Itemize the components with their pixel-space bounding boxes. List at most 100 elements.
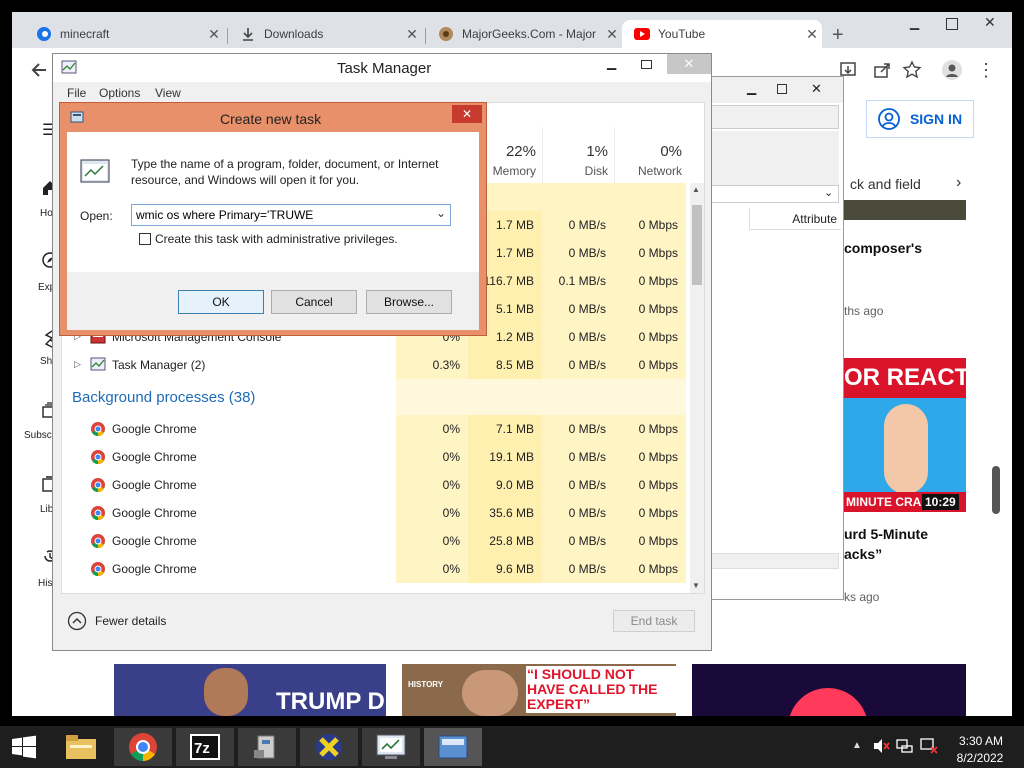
show-hidden-icons-icon[interactable]: ▲ (852, 740, 862, 751)
expand-arrow-icon[interactable]: ▷ (74, 359, 81, 370)
table-row[interactable]: ▷ Task Manager (2) 0.3% 8.5 MB 0 MB/s 0 … (62, 351, 686, 379)
admin-privileges-checkbox[interactable] (139, 233, 151, 245)
sign-in-button[interactable]: SIGN IN (866, 100, 974, 138)
tab-downloads[interactable]: Downloads ✕ (228, 20, 422, 48)
network-cell: 0 Mbps (614, 415, 686, 443)
tab-minecraft[interactable]: minecraft ✕ (24, 20, 224, 48)
video-title[interactable]: urd 5-Minute (844, 526, 928, 542)
video-thumbnail[interactable] (844, 200, 966, 220)
video-thumbnail[interactable]: TRUMP DRIVER (114, 664, 386, 716)
tab-majorgeeks[interactable]: MajorGeeks.Com - Major ✕ (426, 20, 622, 48)
attribute-column-header[interactable]: Attribute (749, 208, 841, 230)
menu-view[interactable]: View (155, 86, 181, 100)
taskbar-item-task-manager[interactable] (424, 728, 482, 766)
maximize-button[interactable] (946, 18, 958, 30)
scroll-up-icon[interactable]: ▲ (692, 185, 700, 194)
video-title[interactable]: acks” (844, 546, 882, 562)
column-disk[interactable]: 1% Disk (542, 127, 614, 183)
cpu-cell: 0% (396, 555, 468, 583)
mmc-dropdown[interactable]: ⌄ (709, 185, 839, 203)
chevron-right-icon[interactable]: › (956, 174, 961, 192)
youtube-favicon-icon (634, 28, 650, 40)
start-button[interactable] (0, 728, 48, 766)
tab-title: MajorGeeks.Com - Major (462, 27, 597, 41)
close-icon[interactable]: ✕ (402, 26, 422, 43)
maximize-button[interactable] (641, 60, 652, 69)
dialog-body: Type the name of a program, folder, docu… (67, 132, 479, 330)
sidebar-label-home[interactable]: Ho (40, 208, 53, 219)
file-explorer-icon (65, 733, 97, 761)
chevron-down-icon[interactable]: ⌄ (436, 206, 446, 220)
close-window-button[interactable]: ✕ (811, 81, 822, 97)
open-combobox[interactable]: ⌄ (131, 204, 451, 226)
network-cell: 0 Mbps (614, 351, 686, 379)
open-input[interactable] (136, 207, 426, 223)
page-scrollbar-thumb[interactable] (992, 466, 1000, 514)
taskbar-item-app-x[interactable] (300, 728, 358, 766)
menu-kebab-icon[interactable]: ⋮ (976, 60, 996, 80)
chevron-up-circle-icon[interactable] (67, 611, 87, 631)
process-name: Google Chrome (112, 506, 197, 520)
new-tab-button[interactable]: + (832, 24, 844, 47)
filter-chip[interactable]: ck and field (850, 176, 921, 192)
disk-cell: 0 MB/s (542, 239, 614, 267)
taskbar-item-explorer[interactable] (52, 728, 110, 766)
action-center-icon[interactable] (920, 738, 938, 754)
end-task-button[interactable]: End task (613, 610, 695, 632)
close-icon[interactable]: ✕ (602, 26, 622, 43)
disk-cell: 0.1 MB/s (542, 267, 614, 295)
taskbar-item-hardware[interactable] (238, 728, 296, 766)
sidebar-label-shorts[interactable]: Sh (40, 356, 52, 367)
cancel-button[interactable]: Cancel (271, 290, 357, 314)
vertical-scrollbar[interactable]: ▲ ▼ (690, 183, 704, 593)
table-row[interactable]: Google Chrome 0% 9.0 MB 0 MB/s 0 Mbps (62, 471, 686, 499)
disk-cell: 0 MB/s (542, 323, 614, 351)
fewer-details-link[interactable]: Fewer details (95, 614, 166, 628)
bookmark-star-icon[interactable] (902, 60, 922, 80)
clock-date[interactable]: 8/2/2022 (952, 751, 1008, 765)
table-row[interactable]: Google Chrome 0% 35.6 MB 0 MB/s 0 Mbps (62, 499, 686, 527)
table-row[interactable]: Google Chrome 0% 25.8 MB 0 MB/s 0 Mbps (62, 527, 686, 555)
close-icon[interactable]: ✕ (204, 26, 224, 43)
disk-cell: 0 MB/s (542, 351, 614, 379)
maximize-button[interactable] (777, 84, 787, 94)
program-window-icon (79, 154, 113, 188)
tab-youtube[interactable]: YouTube ✕ (622, 20, 822, 48)
scroll-down-icon[interactable]: ▼ (692, 581, 700, 590)
taskbar-item-chrome[interactable] (114, 728, 172, 766)
mmc-hscrollbar[interactable] (709, 553, 839, 569)
menu-options[interactable]: Options (99, 86, 140, 100)
minimize-button[interactable]: ▁ (607, 56, 616, 70)
close-icon[interactable]: ✕ (802, 26, 822, 43)
scrollbar-thumb[interactable] (692, 205, 702, 285)
ok-button[interactable]: OK (178, 290, 264, 314)
minimize-button[interactable]: ▁ (910, 16, 919, 30)
table-row[interactable]: Google Chrome 0% 19.1 MB 0 MB/s 0 Mbps (62, 443, 686, 471)
taskbar-item-7zip[interactable]: 7z (176, 728, 234, 766)
close-window-button[interactable]: ✕ (452, 105, 482, 123)
admin-privileges-label[interactable]: Create this task with administrative pri… (155, 232, 398, 246)
background-processes-header[interactable]: Background processes (38) (72, 389, 255, 406)
table-row[interactable]: Google Chrome 0% 9.6 MB 0 MB/s 0 Mbps (62, 555, 686, 583)
share-icon[interactable] (872, 60, 892, 80)
sidebar-label-history[interactable]: His (38, 578, 52, 589)
taskbar: 7z ▲ 3:30 AM 8/2/2022 (0, 726, 1024, 768)
close-window-button[interactable]: ✕ (984, 14, 996, 31)
close-window-button[interactable]: ✕ (667, 54, 711, 74)
profile-avatar-icon[interactable] (942, 60, 962, 80)
back-icon[interactable] (30, 60, 50, 80)
video-title[interactable]: composer's (844, 240, 922, 256)
video-thumbnail[interactable]: HISTORY “I SHOULD NOT HAVE CALLED THE EX… (402, 664, 676, 716)
browse-button[interactable]: Browse... (366, 290, 452, 314)
video-thumbnail[interactable]: OR REACTS MINUTE CRAFT 10:29 (844, 358, 966, 512)
taskbar-item-system[interactable] (362, 728, 420, 766)
volume-muted-icon[interactable] (872, 738, 890, 754)
table-row[interactable]: Google Chrome 0% 7.1 MB 0 MB/s 0 Mbps (62, 415, 686, 443)
column-network[interactable]: 0% Network (614, 127, 690, 183)
video-thumbnail[interactable] (692, 664, 966, 716)
network-icon[interactable] (896, 738, 914, 754)
minimize-button[interactable]: ▁ (747, 81, 756, 95)
menu-file[interactable]: File (67, 86, 86, 100)
sidebar-label-subscriptions[interactable]: Subsc (24, 430, 52, 441)
clock-time[interactable]: 3:30 AM (956, 734, 1006, 748)
